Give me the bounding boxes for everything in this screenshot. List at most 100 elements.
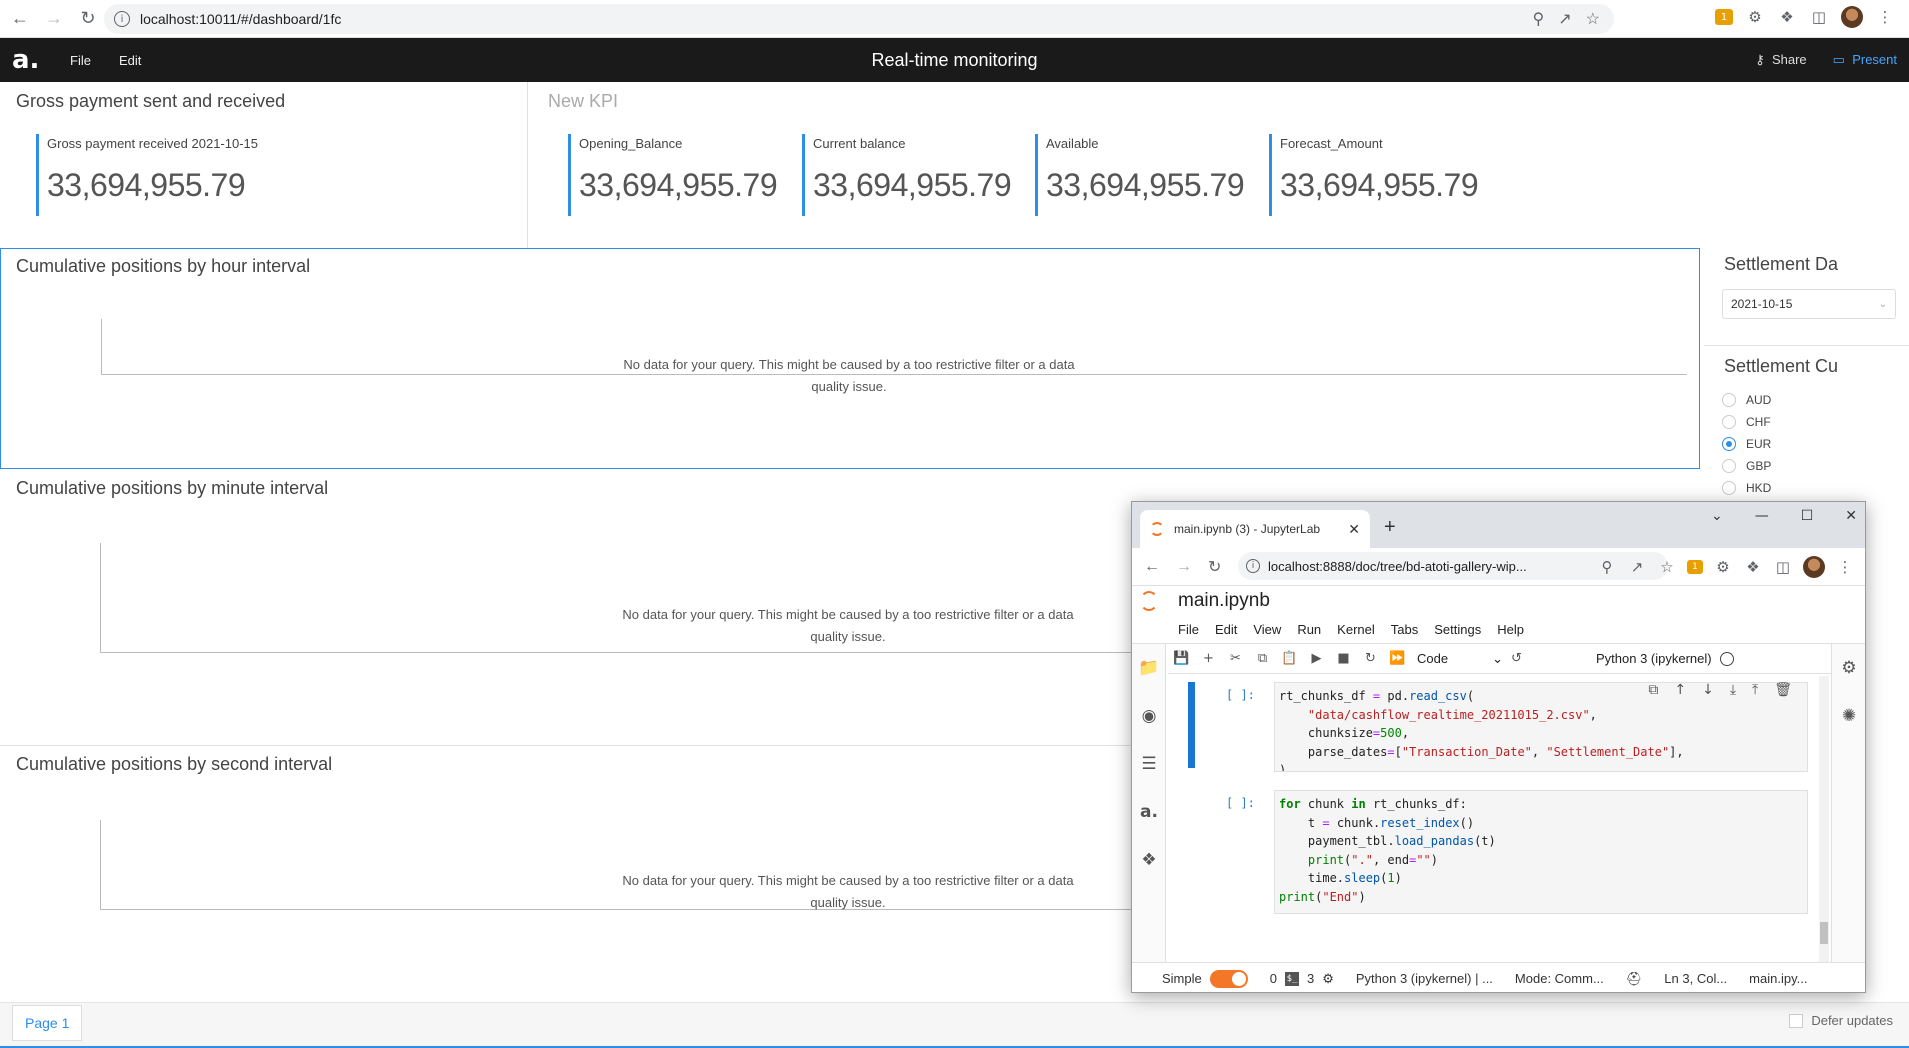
menu-edit[interactable]: Edit	[119, 53, 141, 68]
profile-avatar[interactable]	[1803, 556, 1825, 578]
defer-checkbox[interactable]	[1789, 1013, 1804, 1028]
move-up-icon[interactable]: ↑	[1674, 682, 1686, 698]
atoti-extension-icon[interactable]: a.	[1132, 788, 1166, 836]
jupyterlab-window[interactable]: main.ipynb (3) - JupyterLab ✕ + ⌄ — ☐ ✕ …	[1131, 501, 1866, 993]
bookmark-star-icon[interactable]: ☆	[1657, 557, 1677, 577]
new-tab-icon[interactable]: +	[1384, 516, 1396, 539]
profile-avatar[interactable]	[1841, 6, 1863, 28]
radio-button[interactable]	[1722, 393, 1736, 407]
code-cell[interactable]: [ ]: for chunk in rt_chunks_df: t = chun…	[1188, 790, 1812, 916]
tab-search-icon[interactable]: ⌄	[1711, 508, 1723, 524]
currency-option-gbp[interactable]: GBP	[1722, 455, 1909, 477]
chart-panel-hour[interactable]: Cumulative positions by hour interval No…	[0, 248, 1700, 469]
menu-run[interactable]: Run	[1297, 622, 1321, 637]
kebab-menu-icon[interactable]: ⋮	[1835, 557, 1855, 577]
code-editor[interactable]: for chunk in rt_chunks_df: t = chunk.res…	[1274, 790, 1808, 914]
minimize-icon[interactable]: —	[1755, 508, 1769, 524]
notebook-scrollbar[interactable]	[1819, 676, 1829, 962]
currency-label: GBP	[1746, 459, 1772, 473]
settlement-date-select[interactable]: 2021-10-15 ⌄	[1722, 289, 1896, 319]
table-of-contents-icon[interactable]: ☰	[1132, 740, 1166, 788]
status-cursor-position[interactable]: Ln 3, Col...	[1664, 971, 1727, 986]
radio-button[interactable]	[1722, 459, 1736, 473]
radio-button[interactable]	[1722, 415, 1736, 429]
browser-tab[interactable]: main.ipynb (3) - JupyterLab ✕	[1140, 510, 1370, 548]
radio-button-checked[interactable]	[1722, 437, 1736, 451]
debugger-icon[interactable]: ✺	[1832, 692, 1865, 740]
extension-badge-icon[interactable]: 1	[1715, 9, 1733, 25]
duplicate-cell-icon[interactable]: ⧉	[1648, 682, 1658, 698]
share-button[interactable]: ⚷ Share	[1755, 52, 1806, 68]
maximize-icon[interactable]: ☐	[1801, 508, 1814, 524]
paste-icon[interactable]: 📋	[1276, 651, 1303, 666]
kpi-panel-gross-payment[interactable]: Gross payment sent and received Gross pa…	[0, 82, 528, 248]
back-icon[interactable]: ←	[1144, 558, 1164, 576]
puzzle-extensions-icon[interactable]: ❖	[1743, 557, 1763, 577]
kernel-refresh-icon[interactable]: ↺	[1503, 651, 1530, 666]
back-icon[interactable]: ←	[6, 5, 34, 33]
side-panel-icon[interactable]: ◫	[1773, 557, 1793, 577]
settings-gear-icon[interactable]: ⚙	[1713, 557, 1733, 577]
defer-updates[interactable]: Defer updates	[1789, 1013, 1893, 1028]
menu-file[interactable]: File	[70, 53, 91, 68]
currency-option-hkd[interactable]: HKD	[1722, 477, 1909, 499]
status-kernel[interactable]: Python 3 (ipykernel) | ...	[1356, 971, 1493, 986]
kpi-panel-new-kpi[interactable]: New KPI Opening_Balance 33,694,955.79 Cu…	[528, 82, 1909, 248]
reload-icon[interactable]: ↻	[74, 5, 102, 33]
menu-file[interactable]: File	[1178, 622, 1199, 637]
cut-icon[interactable]: ✂	[1222, 651, 1249, 666]
menu-help[interactable]: Help	[1497, 622, 1524, 637]
radio-button[interactable]	[1722, 481, 1736, 495]
run-all-icon[interactable]: ⏩	[1384, 651, 1411, 666]
kebab-menu-icon[interactable]: ⋮	[1875, 7, 1895, 27]
page-tab[interactable]: Page 1	[12, 1005, 83, 1041]
insert-above-icon[interactable]: ⤓	[1730, 682, 1736, 698]
atoti-logo[interactable]: a.	[12, 45, 42, 75]
menu-settings[interactable]: Settings	[1434, 622, 1481, 637]
simple-mode-toggle[interactable]	[1209, 969, 1248, 988]
close-window-icon[interactable]: ✕	[1845, 508, 1857, 524]
running-kernels-icon[interactable]: ◉	[1132, 692, 1166, 740]
delete-cell-icon[interactable]: 🗑	[1774, 682, 1792, 698]
present-button[interactable]: ▭ Present	[1833, 52, 1897, 68]
copy-icon[interactable]: ⧉	[1249, 651, 1276, 666]
settings-gear-icon[interactable]: ⚙	[1745, 7, 1765, 27]
folder-icon[interactable]: 📁	[1132, 644, 1166, 692]
run-icon[interactable]: ▶	[1303, 651, 1330, 666]
forward-icon[interactable]: →	[40, 5, 68, 33]
side-panel-icon[interactable]: ◫	[1809, 7, 1829, 27]
address-bar[interactable]: i localhost:10011/#/dashboard/1fc ⚲ ↗ ☆	[104, 4, 1614, 34]
share-page-icon[interactable]: ↗	[1558, 9, 1571, 29]
move-down-icon[interactable]: ↓	[1702, 682, 1714, 698]
property-inspector-icon[interactable]: ⚙	[1832, 644, 1865, 692]
kernel-name[interactable]: Python 3 (ipykernel)	[1596, 651, 1712, 666]
extension-manager-icon[interactable]: ❖	[1132, 836, 1166, 884]
extension-badge-icon[interactable]: 1	[1687, 560, 1703, 574]
menu-tabs[interactable]: Tabs	[1391, 622, 1418, 637]
scrollbar-thumb[interactable]	[1820, 922, 1828, 944]
menu-view[interactable]: View	[1253, 622, 1281, 637]
code-cell[interactable]: [ ]: rt_chunks_df = pd.read_csv( "data/c…	[1188, 682, 1812, 776]
save-icon[interactable]: 💾	[1168, 651, 1195, 666]
close-tab-icon[interactable]: ✕	[1348, 521, 1360, 538]
stop-icon[interactable]: ■	[1330, 651, 1357, 666]
reload-icon[interactable]: ↻	[1208, 557, 1228, 577]
menu-edit[interactable]: Edit	[1215, 622, 1237, 637]
zoom-icon[interactable]: ⚲	[1533, 9, 1545, 29]
share-page-icon[interactable]: ↗	[1627, 557, 1647, 577]
puzzle-extensions-icon[interactable]: ❖	[1777, 7, 1797, 27]
currency-option-eur[interactable]: EUR	[1722, 433, 1909, 455]
notebook-name[interactable]: main.ipynb	[1178, 590, 1270, 612]
zoom-icon[interactable]: ⚲	[1597, 557, 1617, 577]
bookmark-star-icon[interactable]: ☆	[1586, 9, 1600, 29]
kernel-settings-icon[interactable]: ⚙	[1322, 971, 1334, 987]
site-info-icon[interactable]: i	[114, 11, 130, 27]
currency-option-chf[interactable]: CHF	[1722, 411, 1909, 433]
menu-kernel[interactable]: Kernel	[1337, 622, 1375, 637]
restart-icon[interactable]: ↻	[1357, 651, 1384, 666]
cell-type-select[interactable]: Code ⌄	[1417, 651, 1503, 667]
insert-below-icon[interactable]: ⤒	[1752, 682, 1758, 698]
forward-icon[interactable]: →	[1176, 558, 1196, 576]
insert-cell-icon[interactable]: +	[1195, 651, 1222, 666]
currency-option-aud[interactable]: AUD	[1722, 389, 1909, 411]
